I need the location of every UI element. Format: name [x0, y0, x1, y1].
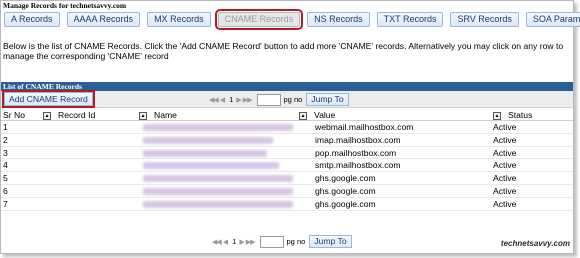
first-page-icon[interactable]: ◀◀: [212, 238, 222, 246]
column-header-record-id[interactable]: ▲ Record Id: [43, 109, 95, 121]
status-cell: Active: [493, 122, 517, 132]
table-row[interactable]: 7 ghs.google.com Active: [1, 198, 573, 211]
sr-no-cell: 7: [3, 198, 8, 209]
status-cell: Active: [493, 147, 517, 158]
sort-icon[interactable]: ▲: [299, 111, 307, 120]
list-title: List of CNAME Records: [1, 82, 573, 91]
tab-mx-records[interactable]: MX Records: [147, 12, 211, 27]
sr-no-cell: 4: [3, 160, 8, 171]
last-page-icon[interactable]: ▶▶: [246, 238, 256, 246]
site-watermark: technetsavvy.com: [500, 239, 570, 248]
next-page-icon[interactable]: ▶: [239, 238, 244, 246]
table-row[interactable]: 4 smtp.mailhostbox.com Active: [1, 159, 573, 173]
redacted-name: [143, 149, 267, 157]
page-number-input[interactable]: [259, 235, 284, 248]
value-cell: imap.mailhostbox.com: [315, 134, 401, 145]
status-cell: Active: [493, 134, 517, 145]
tab-ns-records[interactable]: NS Records: [307, 12, 370, 27]
redacted-name: [143, 136, 273, 144]
last-page-icon[interactable]: ▶▶: [243, 96, 253, 104]
tab-aaaa-records[interactable]: AAAA Records: [66, 12, 141, 27]
tab-cname-records[interactable]: CNAME Records: [214, 9, 304, 30]
table-row[interactable]: 3 pop.mailhostbox.com Active: [1, 147, 573, 160]
value-cell: webmail.mailhostbox.com: [315, 122, 414, 132]
top-pager: ◀◀ ◀ 1 ▶ ▶▶ pg no Jump To: [209, 93, 349, 106]
tab-a-records[interactable]: A Records: [4, 12, 60, 27]
column-header-value[interactable]: ▲ Value: [299, 109, 335, 121]
sr-no-cell: 6: [3, 185, 8, 196]
status-cell: Active: [493, 173, 517, 184]
cname-records-table: Sr No ▲ Record Id ▲ Name ▲ Value ▲ Status 1 …: [1, 109, 573, 211]
status-cell: Active: [493, 185, 517, 196]
redacted-name: [143, 162, 279, 170]
value-cell: pop.mailhostbox.com: [315, 147, 397, 158]
sr-no-cell: 2: [3, 134, 8, 145]
value-cell: ghs.google.com: [315, 173, 376, 184]
jump-to-button[interactable]: Jump To: [306, 93, 349, 106]
page-number-input[interactable]: [256, 93, 281, 106]
current-page-number: 1: [232, 237, 237, 246]
prev-page-icon[interactable]: ◀: [220, 96, 225, 104]
table-row[interactable]: 5 ghs.google.com Active: [1, 172, 573, 185]
first-page-icon[interactable]: ◀◀: [209, 96, 219, 104]
description-text: Below is the list of CNAME Records. Clic…: [3, 41, 564, 61]
tab-soa-parameters[interactable]: SOA Parameters: [525, 12, 580, 27]
column-header-sr-no: Sr No: [3, 110, 25, 120]
sr-no-cell: 3: [3, 147, 8, 158]
sr-no-cell: 1: [3, 122, 8, 132]
redacted-name: [143, 200, 293, 208]
next-page-icon[interactable]: ▶: [236, 96, 241, 104]
table-header-row: Sr No ▲ Record Id ▲ Name ▲ Value ▲ Status: [1, 109, 573, 121]
record-type-tabs: A Records AAAA Records MX Records CNAME …: [4, 9, 580, 30]
redacted-name: [143, 124, 293, 131]
sort-icon[interactable]: ▲: [43, 111, 51, 120]
table-row[interactable]: 6 ghs.google.com Active: [1, 185, 573, 198]
current-page-number: 1: [229, 95, 234, 104]
column-header-status[interactable]: ▲ Status: [493, 109, 532, 121]
bottom-pager: ◀◀ ◀ 1 ▶ ▶▶ pg no Jump To: [212, 235, 352, 248]
table-row[interactable]: 2 imap.mailhostbox.com Active: [1, 134, 573, 147]
pg-no-label: pg no: [286, 237, 306, 246]
value-cell: ghs.google.com: [315, 185, 376, 196]
status-cell: Active: [493, 160, 517, 171]
redacted-name: [143, 187, 293, 195]
tab-txt-records[interactable]: TXT Records: [376, 12, 444, 27]
list-toolbar: Add CNAME Record ◀◀ ◀ 1 ▶ ▶▶ pg no Jump …: [1, 90, 573, 108]
status-cell: Active: [493, 198, 517, 209]
pg-no-label: pg no: [283, 95, 303, 104]
sr-no-cell: 5: [3, 173, 8, 184]
tab-srv-records[interactable]: SRV Records: [450, 12, 519, 27]
prev-page-icon[interactable]: ◀: [223, 238, 228, 246]
sort-icon[interactable]: ▲: [139, 111, 147, 120]
sort-icon[interactable]: ▲: [493, 111, 501, 120]
column-header-name[interactable]: ▲ Name: [139, 109, 177, 121]
add-cname-record-button[interactable]: Add CNAME Record: [2, 90, 95, 108]
table-row[interactable]: 1 webmail.mailhostbox.com Active: [1, 121, 573, 134]
redacted-name: [143, 175, 293, 183]
jump-to-button[interactable]: Jump To: [309, 235, 352, 248]
page-title: Manage Records for technetsavvy.com: [3, 1, 127, 10]
value-cell: ghs.google.com: [315, 198, 376, 209]
value-cell: smtp.mailhostbox.com: [315, 160, 401, 171]
